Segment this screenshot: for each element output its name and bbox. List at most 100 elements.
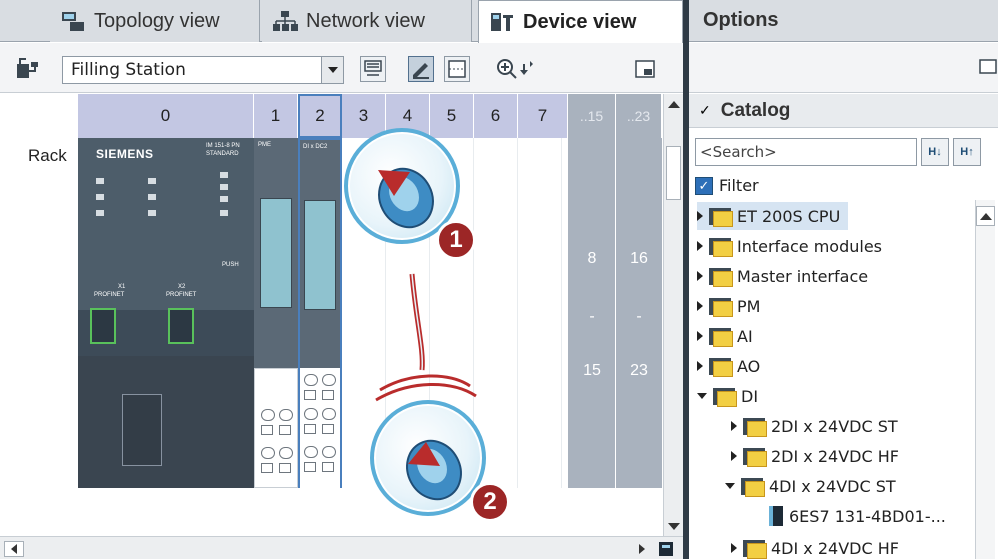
slot1-label: PME [258, 142, 272, 148]
expand-arrow-icon[interactable] [731, 421, 737, 431]
slot-header-7[interactable]: 7 [518, 94, 568, 138]
vertical-scrollbar[interactable] [663, 94, 683, 536]
di-module-selected[interactable]: DI x DC2 [298, 138, 342, 488]
topology-icon [62, 12, 84, 31]
tab-topology-view[interactable]: Topology view [50, 0, 260, 42]
network-rack-button[interactable] [360, 56, 386, 82]
status-leds [96, 172, 246, 238]
expand-arrow-icon[interactable] [697, 331, 703, 341]
slot-header-8-15[interactable]: ..15 [568, 94, 616, 138]
folder-icon [743, 539, 767, 559]
scroll-left-button[interactable] [4, 541, 24, 557]
options-toolbar [689, 43, 998, 93]
scroll-up-button[interactable] [664, 94, 683, 114]
search-down-icon: H↓ [928, 146, 942, 158]
scroll-thumb[interactable] [666, 146, 681, 200]
slot-header-2[interactable]: 2 [298, 94, 342, 138]
module-model-line1: IM 151-8 PN [206, 143, 240, 149]
page-break-button[interactable] [444, 56, 470, 82]
interface-module[interactable]: SIEMENS IM 151-8 PN STANDARD PUSH X1 PRO… [78, 138, 254, 488]
power-module[interactable]: PME [254, 138, 298, 368]
expand-arrow-icon[interactable] [697, 211, 703, 221]
scroll-down-button[interactable] [664, 516, 683, 536]
step-2-badge: 2 [470, 482, 510, 522]
tree-item-et200s-cpu[interactable]: ET 200S CPU [697, 202, 849, 230]
expand-arrow-icon[interactable] [697, 241, 703, 251]
range-8-from: 8 [587, 250, 597, 267]
chevron-down-icon[interactable] [321, 57, 343, 83]
device-tree-icon[interactable] [14, 56, 40, 82]
mouse-release-bubble [370, 400, 486, 516]
options-header: Options [689, 0, 998, 42]
range-16-to: 23 [630, 362, 648, 379]
folder-icon [709, 237, 733, 257]
layout-icon[interactable] [979, 57, 998, 77]
slot-header-16-23[interactable]: ..23 [616, 94, 662, 138]
power-terminal [254, 368, 298, 488]
tree-item-6es7-131-4bd01[interactable]: 6ES7 131-4BD01-... [769, 502, 946, 530]
expand-arrow-icon[interactable] [697, 361, 703, 371]
h-scroll-thumb[interactable] [30, 540, 110, 556]
expand-arrow-icon[interactable] [697, 301, 703, 311]
tree-item-4di-24vdc-st[interactable]: 4DI x 24VDC ST [725, 472, 896, 500]
collapse-arrow-icon[interactable] [697, 393, 707, 399]
device-select-value: Filling Station [71, 60, 186, 80]
catalog-scrollbar[interactable] [975, 200, 995, 559]
expand-arrow-icon[interactable] [731, 543, 737, 553]
slot-header-6[interactable]: 6 [474, 94, 518, 138]
tab-device-view[interactable]: Device view [478, 0, 683, 43]
push-label: PUSH [222, 262, 239, 268]
overview-navigation-icon[interactable] [634, 58, 658, 82]
catalog-tree: ET 200S CPU Interface modules Master int… [689, 200, 979, 559]
show-module-labels-button[interactable] [408, 56, 434, 82]
x2-label: X2 [178, 284, 186, 290]
catalog-search-input[interactable]: <Search> [695, 138, 917, 166]
rack-label: Rack [28, 146, 67, 165]
search-up-button[interactable]: H↑ [953, 138, 981, 166]
tree-item-2di-24vdc-hf[interactable]: 2DI x 24VDC HF [731, 442, 899, 470]
folder-icon [709, 297, 733, 317]
scroll-right-button[interactable] [632, 541, 652, 557]
folder-icon [709, 327, 733, 347]
tree-item-interface-modules[interactable]: Interface modules [697, 232, 882, 260]
profinet-port-1[interactable] [90, 308, 116, 344]
editor-panel: Topology view Network view Device view F… [0, 0, 683, 559]
step-1-badge: 1 [436, 220, 476, 260]
expand-arrow-icon[interactable] [697, 271, 703, 281]
slot-header-1[interactable]: 1 [254, 94, 298, 138]
catalog-scroll-up[interactable] [976, 206, 995, 226]
tree-item-pm[interactable]: PM [697, 292, 760, 320]
horizontal-scrollbar[interactable] [0, 536, 683, 559]
collapse-arrow-icon[interactable] [725, 483, 735, 489]
tree-item-di[interactable]: DI [697, 382, 758, 410]
filter-checkbox[interactable]: ✓ Filter [695, 176, 759, 195]
tab-network-label: Network view [306, 9, 425, 32]
search-down-button[interactable]: H↓ [921, 138, 949, 166]
tree-item-2di-24vdc-st[interactable]: 2DI x 24VDC ST [731, 412, 898, 440]
profinet-port-2[interactable] [168, 308, 194, 344]
folder-icon [709, 207, 733, 227]
tree-item-ai[interactable]: AI [697, 322, 753, 350]
zoom-button[interactable] [496, 56, 540, 82]
slot-header-0[interactable]: 0 [78, 94, 254, 138]
range-16-from: 16 [630, 250, 648, 267]
grid-icon [448, 60, 466, 78]
slot2-label: DI x DC2 [303, 144, 328, 150]
mouse-down-icon [378, 167, 434, 229]
catalog-header[interactable]: ✓ Catalog [689, 94, 998, 128]
pen-icon [413, 63, 429, 79]
tree-item-ao[interactable]: AO [697, 352, 760, 380]
tab-network-view[interactable]: Network view [262, 0, 472, 42]
module-icon [769, 506, 783, 526]
options-panel: Options ✓ Catalog <Search> H↓ H↑ ✓ Filte… [689, 0, 998, 559]
expand-arrow-icon[interactable] [731, 451, 737, 461]
folder-icon [713, 387, 737, 407]
tree-item-4di-24vdc-hf[interactable]: 4DI x 24VDC HF [731, 534, 899, 559]
properties-icon[interactable] [656, 539, 676, 559]
range-8-dash: - [589, 308, 595, 325]
device-select[interactable]: Filling Station [62, 56, 344, 84]
x2-profinet: PROFINET [166, 292, 197, 298]
tree-item-master-interface[interactable]: Master interface [697, 262, 868, 290]
rack-view-icon [364, 60, 382, 76]
mouse-up-icon [406, 439, 462, 501]
